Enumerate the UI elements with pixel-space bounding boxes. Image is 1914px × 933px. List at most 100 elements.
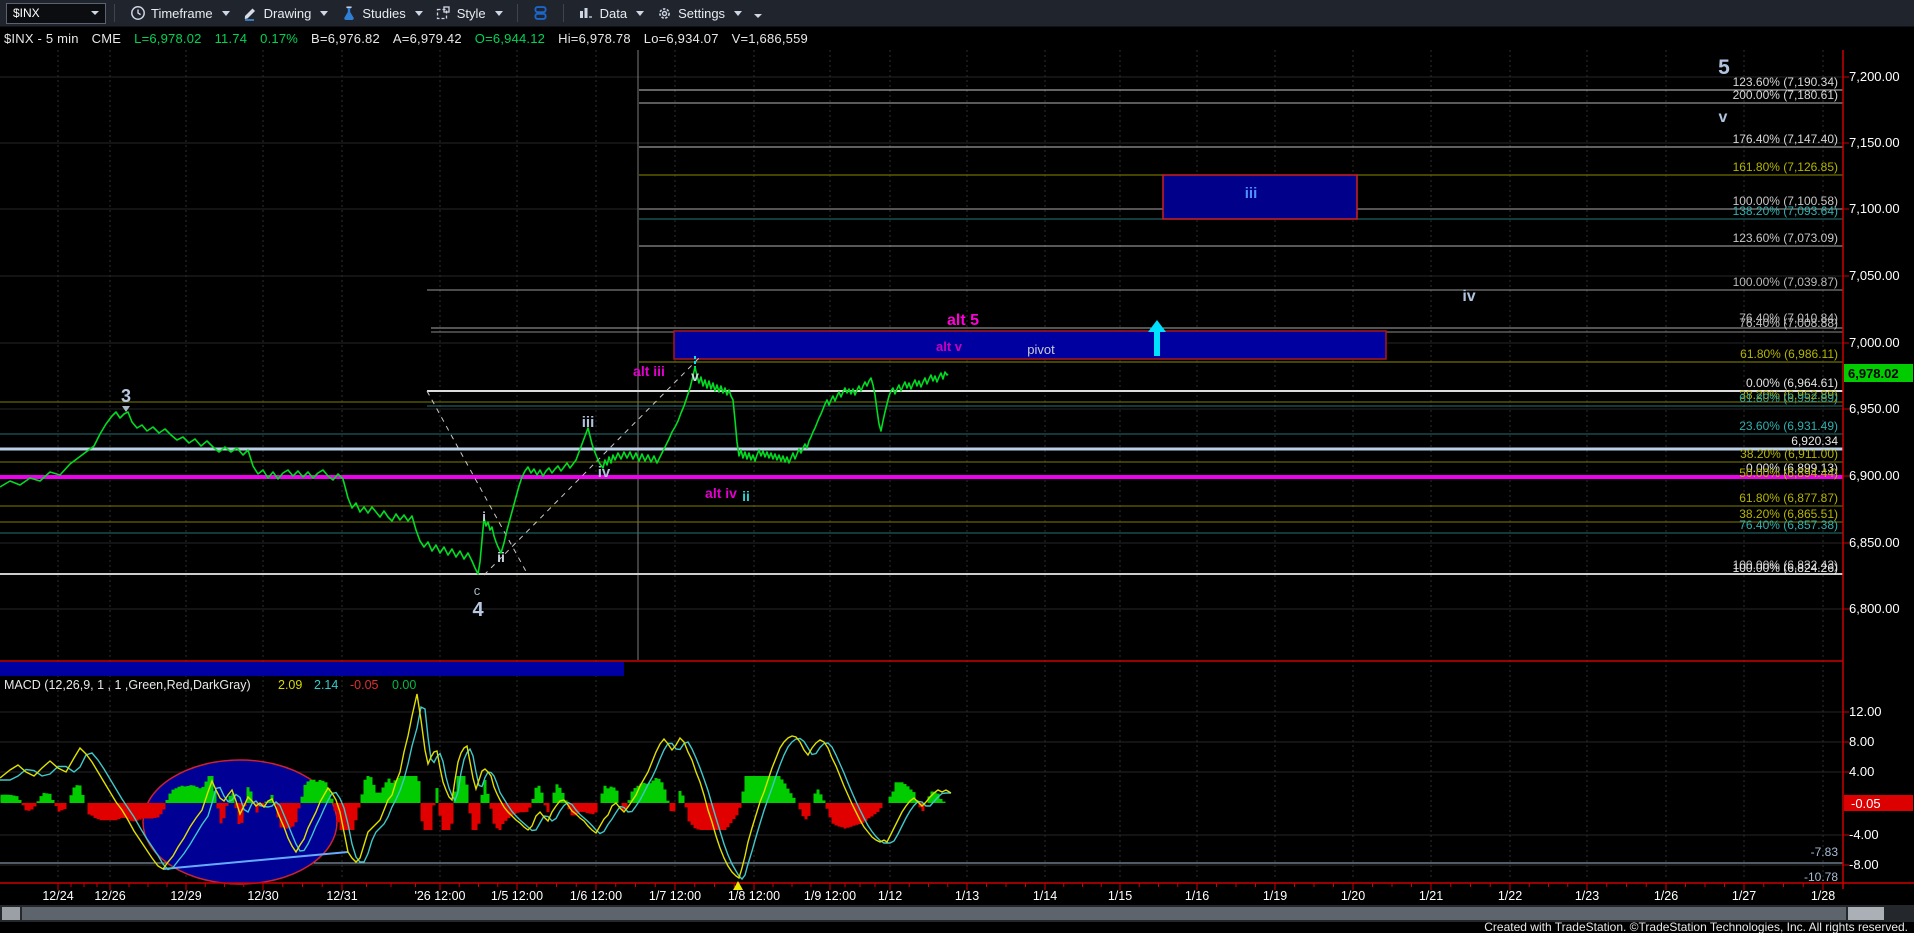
macd-histogram-bar [682,796,685,803]
quote-field: B=6,976.82 [311,31,380,46]
macd-histogram-bar [943,802,946,803]
macd-histogram-bar [895,782,898,803]
macd-histogram-bar [466,785,469,803]
macd-histogram-bar [697,803,700,829]
macd-histogram-bar [493,803,496,824]
macd-histogram-bar [583,803,586,812]
macd-histogram-bar [421,803,424,821]
wave-label: pivot [1027,342,1055,357]
macd-histogram-bar [82,795,85,803]
macd-histogram-bar [592,803,595,814]
macd-histogram-bar [595,803,598,812]
macd-histogram-bar [157,803,160,817]
toolbar-overflow-icon[interactable] [754,14,762,18]
macd-histogram-bar [412,776,415,803]
macd-histogram-bar [115,803,118,820]
macd-histogram-bar [136,803,139,821]
macd-histogram-bar [871,803,874,817]
quote-field: $INX - 5 min [4,31,79,46]
copyright: Created with TradeStation. ©TradeStation… [1484,920,1908,933]
macd-histogram-bar [385,782,388,803]
macd-histogram-bar [523,803,526,812]
wave-label: alt 5 [947,312,979,329]
macd-histogram-bar [445,803,448,830]
macd-histogram-bar [70,795,73,803]
time-axis-label: 1/8 12:00 [728,889,780,903]
scrollbar-right-button[interactable] [1848,907,1884,920]
macd-histogram-bar [352,803,355,830]
macd-histogram-bar [97,803,100,819]
macd-histogram-bar [808,803,811,816]
macd-histogram-bar [382,787,385,803]
fib-label: 38.20% (6,911.00) [1740,447,1838,461]
macd-histogram-bar [787,789,790,803]
macd-histogram-bar [478,803,481,824]
link-windows-button[interactable] [526,1,555,25]
macd-tick-label: -8.00 [1849,857,1879,872]
macd-level-label: -7.83 [1811,845,1839,859]
macd-histogram-bar [904,784,907,803]
macd-histogram-bar [529,803,532,808]
macd-legend: 2.14 [314,678,338,692]
macd-histogram-bar [376,793,379,803]
macd-histogram-bar [475,803,478,830]
price-tick-label: 6,850.00 [1849,535,1900,550]
data-button[interactable]: Data [572,1,650,25]
fib-label: 6,920.34 [1791,434,1838,448]
macd-histogram-bar [199,788,202,803]
macd-histogram-bar [316,782,319,803]
drawing-button[interactable]: Drawing [236,1,335,25]
macd-histogram-bar [88,803,91,815]
gear-icon [656,5,673,22]
studies-button[interactable]: Studies [334,1,428,25]
macd-histogram-bar [439,803,442,816]
macd-histogram-bar [487,794,490,803]
macd-histogram-bar [829,803,832,817]
settings-button[interactable]: Settings [650,1,748,25]
macd-histogram-bar [424,803,427,830]
macd-histogram-bar [553,793,556,803]
macd-histogram-bar [736,803,739,815]
quote-field: A=6,979.42 [393,31,462,46]
macd-histogram-bar [691,803,694,825]
macd-histogram-bar [547,803,550,812]
symbol-select[interactable]: $INX [6,3,106,24]
macd-histogram-bar [46,793,49,803]
macd-histogram-bar [727,803,730,827]
macd-histogram-bar [139,803,142,820]
time-axis-label: '26 12:00 [414,889,465,903]
macd-histogram-bar [16,796,19,803]
wave-label: iii [582,414,595,431]
fib-label: 138.20% (7,093.64) [1733,204,1838,218]
time-axis-label: 1/19 [1263,889,1287,903]
macd-histogram-bar [55,803,58,806]
scrollbar-thumb[interactable] [22,907,1846,920]
macd-histogram-bar [892,792,895,804]
macd-histogram-bar [40,796,43,803]
macd-histogram-bar [745,776,748,803]
macd-histogram-bar [196,787,199,803]
macd-histogram-bar [664,789,667,803]
macd-histogram-bar [607,788,610,803]
scrollbar-left-button[interactable] [2,907,20,920]
macd-histogram-bar [613,787,616,803]
macd-histogram-bar [37,801,40,803]
price-tick-label: 7,050.00 [1849,268,1900,283]
macd-histogram-bar [748,776,751,803]
macd-histogram-bar [364,780,367,803]
quote-field: 0.17% [260,31,298,46]
macd-histogram-bar [76,785,79,803]
style-button[interactable]: Style [429,1,509,25]
macd-histogram-bar [220,803,223,823]
fib-label: 61.80% (6,952.89) [1739,391,1838,405]
chart-canvas[interactable]: 123.60% (7,190.34)200.00% (7,180.61)176.… [0,0,1914,933]
macd-tick-label: 12.00 [1849,704,1882,719]
macd-histogram-bar [103,803,106,820]
wave-label: 3 [121,386,131,406]
timeframe-button[interactable]: Timeframe [123,1,236,25]
macd-histogram-bar [187,786,190,803]
macd-histogram-bar [604,786,607,803]
macd-histogram-bar [310,780,313,803]
fib-label: 100.00% (7,039.87) [1733,275,1838,289]
macd-histogram-bar [694,803,697,828]
